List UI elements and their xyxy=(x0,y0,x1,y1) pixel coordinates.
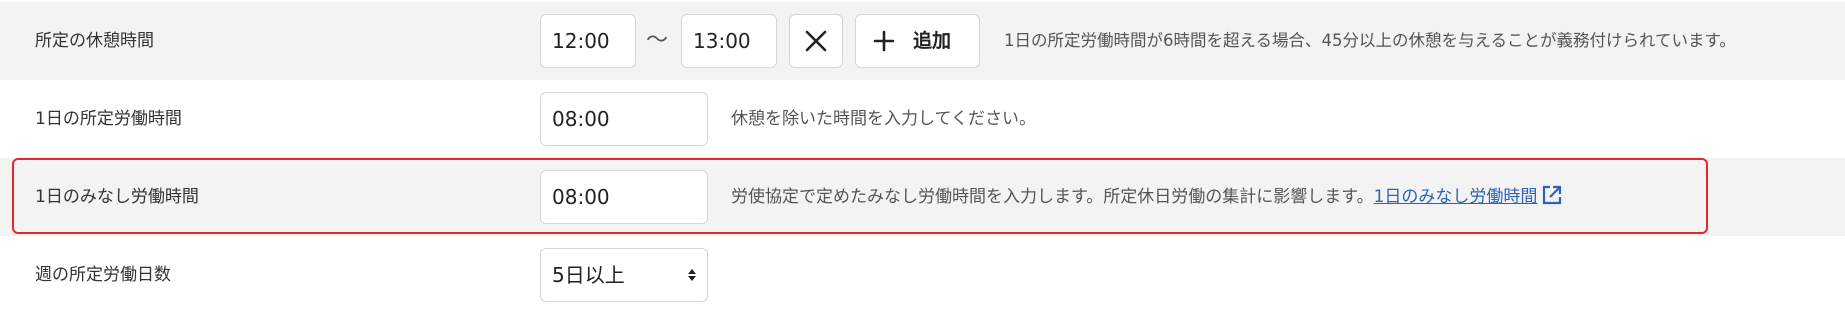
select-arrows-icon xyxy=(688,269,696,281)
remove-break-button[interactable] xyxy=(789,14,843,68)
weekly-days-select[interactable]: 5日以上 xyxy=(540,248,708,302)
weekly-days-label: 週の所定労働日数 xyxy=(35,265,171,285)
break-end-input[interactable]: 13:00 xyxy=(681,14,777,68)
row-weekly-days: 週の所定労働日数 5日以上 xyxy=(0,236,1845,314)
weekly-days-selected: 5日以上 xyxy=(552,263,625,287)
external-link-icon[interactable] xyxy=(1541,184,1563,206)
deemed-hours-help: 労使協定で定めたみなし労働時間を入力します。所定休日労働の集計に影響します。1日… xyxy=(731,158,1563,236)
daily-hours-help: 休憩を除いた時間を入力してください。 xyxy=(731,109,1036,129)
deemed-hours-label: 1日のみなし労働時間 xyxy=(35,187,199,207)
row-break-time: 所定の休憩時間 12:00 ～ 13:00 追加 1日の所定労働時間が6時間を超… xyxy=(0,2,1845,80)
deemed-hours-help-text: 労使協定で定めたみなし労働時間を入力します。所定休日労働の集計に影響します。 xyxy=(731,187,1374,207)
daily-hours-input[interactable]: 08:00 xyxy=(540,92,708,146)
break-time-label: 所定の休憩時間 xyxy=(35,31,154,51)
close-icon xyxy=(805,30,827,52)
plus-icon xyxy=(873,30,895,52)
row-daily-hours: 1日の所定労働時間 08:00 休憩を除いた時間を入力してください。 xyxy=(0,80,1845,158)
daily-hours-label: 1日の所定労働時間 xyxy=(35,109,182,129)
break-start-input[interactable]: 12:00 xyxy=(540,14,636,68)
add-break-label: 追加 xyxy=(913,30,952,52)
break-time-help: 1日の所定労働時間が6時間を超える場合、45分以上の休憩を与えることが義務付けら… xyxy=(1004,31,1736,50)
deemed-hours-link[interactable]: 1日のみなし労働時間 xyxy=(1374,187,1538,207)
row-deemed-hours: 1日のみなし労働時間 08:00 労使協定で定めたみなし労働時間を入力します。所… xyxy=(0,158,1845,236)
add-break-button[interactable]: 追加 xyxy=(855,14,980,68)
deemed-hours-input[interactable]: 08:00 xyxy=(540,170,708,224)
range-separator: ～ xyxy=(646,28,669,53)
